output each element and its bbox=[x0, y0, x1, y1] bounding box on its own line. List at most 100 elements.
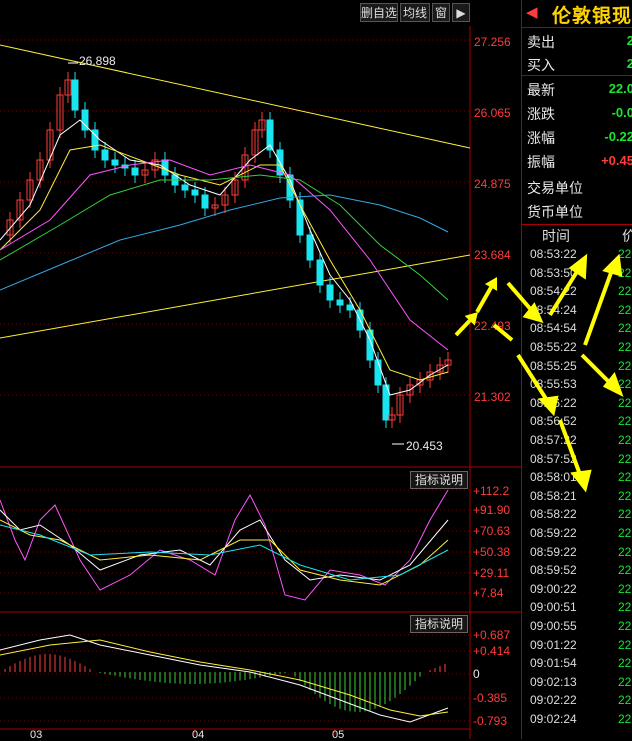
candle-body bbox=[131, 167, 139, 176]
candle-body bbox=[346, 304, 354, 311]
tick-price: 22 bbox=[618, 488, 632, 503]
indicator-explain-button[interactable]: 指标说明 bbox=[410, 615, 469, 633]
tick-price: 22 bbox=[618, 563, 632, 578]
tick-price: 22 bbox=[618, 358, 632, 373]
tick-time: 08:57:22 bbox=[530, 433, 577, 447]
indicator1-axis-label: +50.38 bbox=[473, 545, 511, 559]
quote-panel: ◀ 伦敦银现 卖出 2 买入 2 最新 22.0 涨跌 -0.0 涨幅 -0.2… bbox=[521, 0, 632, 739]
tick-time: 08:54:24 bbox=[530, 302, 577, 317]
quote-value: 2 bbox=[627, 33, 632, 48]
tick-price: 22 bbox=[618, 712, 632, 726]
tick-time: 09:00:22 bbox=[530, 581, 577, 596]
tick-price: 22 bbox=[618, 377, 632, 392]
tick-time: 09:02:22 bbox=[530, 693, 577, 708]
tick-time: 08:55:22 bbox=[530, 340, 577, 354]
quote-label: 涨跌 bbox=[527, 106, 555, 122]
quote-label: 涨幅 bbox=[527, 130, 555, 146]
window-button[interactable]: 窗 bbox=[432, 3, 450, 22]
price-axis-label: 27.256 bbox=[474, 35, 511, 49]
quote-value: -0.22 bbox=[604, 129, 632, 144]
candle-body bbox=[111, 159, 119, 166]
tick-price: 22 bbox=[618, 544, 632, 559]
tick-price: 22 bbox=[618, 395, 632, 410]
month-label: 04 bbox=[192, 729, 205, 741]
candle-body bbox=[71, 79, 79, 111]
tick-time: 08:55:25 bbox=[530, 358, 577, 373]
quote-label: 货币单位 bbox=[527, 204, 583, 220]
divider bbox=[522, 27, 632, 28]
tick-time: 09:01:54 bbox=[530, 656, 577, 671]
yellow-arrow-icon bbox=[475, 277, 498, 313]
tick-price: 22 bbox=[618, 619, 632, 633]
tick-price: 22 bbox=[618, 340, 632, 354]
tick-price: 22 bbox=[618, 470, 632, 485]
tick-time: 08:58:21 bbox=[530, 488, 577, 503]
tick-header-time: 时间 bbox=[542, 228, 570, 244]
candle-body bbox=[101, 149, 109, 161]
indicator1-line-white bbox=[0, 509, 449, 581]
indicator1-axis-label: +112.2 bbox=[473, 484, 510, 498]
tick-time: 08:53:50 bbox=[530, 265, 577, 280]
tick-price: 22 bbox=[618, 265, 632, 280]
price-axis-label: 22.493 bbox=[474, 319, 511, 333]
tick-price: 22 bbox=[618, 674, 632, 689]
tick-time: 08:59:22 bbox=[530, 544, 577, 559]
indicator2-axis-label: +0.414 bbox=[473, 644, 511, 658]
quote-label: 最新 bbox=[527, 82, 555, 98]
tick-time: 08:57:52 bbox=[530, 451, 577, 466]
instrument-title: 伦敦银现 bbox=[552, 6, 632, 27]
indicator1-axis-label: +70.63 bbox=[473, 524, 511, 538]
trend-line-upper bbox=[0, 44, 471, 149]
indicator1-axis-label: +29.11 bbox=[473, 566, 510, 580]
price-axis-label: 24.875 bbox=[474, 177, 511, 191]
candle-body bbox=[336, 299, 344, 306]
high-price-annotation: 26.898 bbox=[79, 54, 116, 68]
quote-value: 2 bbox=[627, 56, 632, 71]
remove-favorite-button[interactable]: 删自选 bbox=[360, 3, 398, 22]
tick-price: 22 bbox=[618, 693, 632, 708]
price-axis-label: 23.684 bbox=[474, 248, 511, 262]
indicator2-axis-label: -0.385 bbox=[473, 691, 508, 705]
tick-time: 08:59:22 bbox=[530, 526, 577, 540]
indicator2-axis-label: 0 bbox=[473, 667, 480, 681]
quote-label: 买入 bbox=[527, 57, 555, 73]
tick-time: 09:00:55 bbox=[530, 619, 577, 633]
tick-price: 22 bbox=[618, 414, 632, 429]
expand-arrow-icon[interactable]: ▶ bbox=[452, 3, 470, 22]
tick-price: 22 bbox=[618, 247, 632, 261]
ma-line-white bbox=[0, 119, 449, 396]
tick-price: 22 bbox=[618, 302, 632, 317]
quote-label: 振幅 bbox=[527, 154, 555, 170]
ma-line-pink bbox=[0, 159, 449, 351]
tick-price: 22 bbox=[618, 451, 632, 466]
tick-price: 22 bbox=[618, 507, 632, 522]
quote-value: +0.45 bbox=[601, 153, 632, 168]
quote-value: 22.0 bbox=[608, 81, 632, 96]
tick-time: 08:56:22 bbox=[530, 395, 577, 410]
indicator-explain-button[interactable]: 指标说明 bbox=[410, 471, 469, 489]
tick-time: 08:56:52 bbox=[530, 414, 577, 429]
indicator2-axis-label: +0.687 bbox=[473, 628, 511, 642]
tick-time: 09:02:13 bbox=[530, 674, 577, 689]
tick-price: 22 bbox=[618, 656, 632, 671]
indicator1-axis-label: +7.84 bbox=[473, 586, 504, 600]
triangle-icon: ◀ bbox=[526, 4, 538, 21]
indicator2-axis-label: -0.793 bbox=[473, 714, 508, 728]
moving-average-button[interactable]: 均线 bbox=[400, 3, 430, 22]
indicator1-axis-label: +91.90 bbox=[473, 503, 511, 517]
indicator1-line-pink bbox=[0, 489, 449, 601]
month-label: 03 bbox=[30, 729, 43, 741]
candle-body bbox=[191, 189, 199, 196]
tick-price: 22 bbox=[618, 581, 632, 596]
candle-body bbox=[306, 234, 314, 261]
tick-time: 08:54:22 bbox=[530, 284, 577, 299]
candle-body bbox=[374, 359, 382, 386]
tick-time: 08:58:22 bbox=[530, 507, 577, 522]
candle-body bbox=[201, 194, 209, 209]
quote-value: -0.0 bbox=[611, 105, 632, 120]
tick-time: 08:53:22 bbox=[530, 247, 577, 261]
tick-time: 09:00:51 bbox=[530, 600, 577, 615]
quote-label: 交易单位 bbox=[527, 180, 583, 196]
month-label: 05 bbox=[332, 729, 345, 741]
candle-body bbox=[326, 284, 334, 301]
